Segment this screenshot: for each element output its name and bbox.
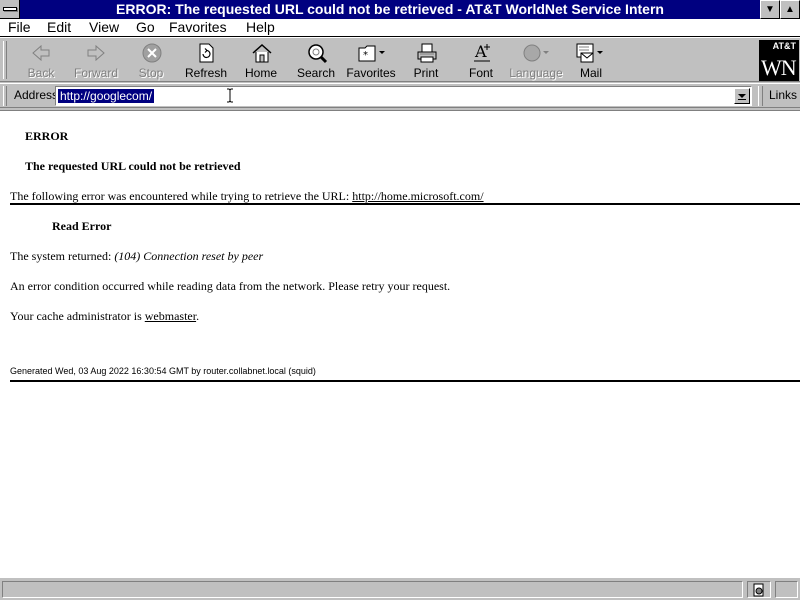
wn-logo-mark: WN <box>761 55 797 80</box>
address-dropdown-button[interactable] <box>734 88 750 104</box>
forward-arrow-icon <box>87 44 105 62</box>
error-subheading: The requested URL could not be retrieved <box>25 159 241 173</box>
links-grip[interactable] <box>758 86 763 106</box>
error-condition-text: An error condition occurred while readin… <box>10 279 451 293</box>
cache-admin-line: Your cache administrator is webmaster. <box>10 309 200 323</box>
stop-button[interactable]: Stop <box>124 40 178 80</box>
maximize-button[interactable]: ▲ <box>780 0 800 19</box>
menu-file[interactable]: File <box>8 19 31 36</box>
generated-footer: Generated Wed, 03 Aug 2022 16:30:54 GMT … <box>10 366 316 376</box>
font-button[interactable]: A Font <box>454 40 508 80</box>
globe-icon <box>523 44 549 62</box>
status-text-pane <box>2 581 743 598</box>
page-content: ERROR The requested URL could not be ret… <box>0 110 800 577</box>
address-label: Address <box>14 88 59 102</box>
favorites-button[interactable]: * Favorites <box>344 40 398 80</box>
menu-go[interactable]: Go <box>136 19 155 36</box>
chevron-down-icon <box>738 94 746 98</box>
print-button[interactable]: Print <box>399 40 453 80</box>
stop-icon <box>142 43 162 63</box>
svg-text:*: * <box>363 50 368 61</box>
system-message: (104) Connection reset by peer <box>114 249 264 263</box>
toolbar-grip[interactable] <box>3 41 7 79</box>
text-cursor-icon <box>227 88 233 103</box>
page-status-icon <box>753 583 764 597</box>
address-bar: Address http://googlecom/ Links <box>0 83 800 108</box>
worldnet-logo: AT&T WN <box>759 40 799 81</box>
address-value[interactable]: http://googlecom/ <box>58 89 155 103</box>
links-button[interactable]: Links <box>769 88 797 102</box>
refresh-button[interactable]: Refresh <box>179 40 233 80</box>
forward-button[interactable]: Forward <box>69 40 123 80</box>
menu-edit[interactable]: Edit <box>47 19 71 36</box>
favorites-folder-icon: * <box>358 45 385 62</box>
menu-bar: File Edit View Go Favorites Help <box>0 19 800 37</box>
home-button[interactable]: Home <box>234 40 288 80</box>
status-security-pane <box>775 581 798 598</box>
toolbar: Back Forward Stop Refresh Home Search * … <box>0 37 800 82</box>
home-icon <box>252 43 272 63</box>
window-title: ERROR: The requested URL could not be re… <box>116 1 664 17</box>
system-returned-line: The system returned: (104) Connection re… <box>10 249 264 263</box>
svg-text:A: A <box>474 42 487 61</box>
search-button[interactable]: Search <box>289 40 343 80</box>
refresh-icon <box>199 43 214 63</box>
status-bar <box>0 577 800 600</box>
search-icon <box>308 44 328 64</box>
read-error-heading: Read Error <box>52 219 112 233</box>
divider <box>10 203 800 205</box>
requested-url-link[interactable]: http://home.microsoft.com/ <box>352 189 483 203</box>
footer-divider <box>10 380 800 382</box>
address-input[interactable]: http://googlecom/ <box>55 86 752 106</box>
error-heading: ERROR <box>25 129 69 143</box>
mail-button[interactable]: Mail <box>564 40 618 80</box>
menu-view[interactable]: View <box>89 19 119 36</box>
language-button[interactable]: Language <box>509 40 563 80</box>
back-arrow-icon <box>32 44 50 62</box>
printer-icon <box>417 43 437 63</box>
title-bar: ERROR: The requested URL could not be re… <box>0 0 800 19</box>
att-logo-text: AT&T <box>772 41 796 51</box>
system-menu-button[interactable] <box>0 0 20 19</box>
back-button[interactable]: Back <box>14 40 68 80</box>
address-bar-grip[interactable] <box>3 86 7 106</box>
minimize-button[interactable]: ▼ <box>760 0 780 19</box>
font-icon: A <box>474 42 490 62</box>
menu-favorites[interactable]: Favorites <box>169 19 227 36</box>
webmaster-link[interactable]: webmaster <box>145 309 196 323</box>
mail-icon <box>576 43 603 63</box>
error-intro-line: The following error was encountered whil… <box>10 189 484 204</box>
error-intro-text: The following error was encountered whil… <box>10 189 353 203</box>
status-zone-pane <box>747 581 771 598</box>
menu-help[interactable]: Help <box>246 19 275 36</box>
